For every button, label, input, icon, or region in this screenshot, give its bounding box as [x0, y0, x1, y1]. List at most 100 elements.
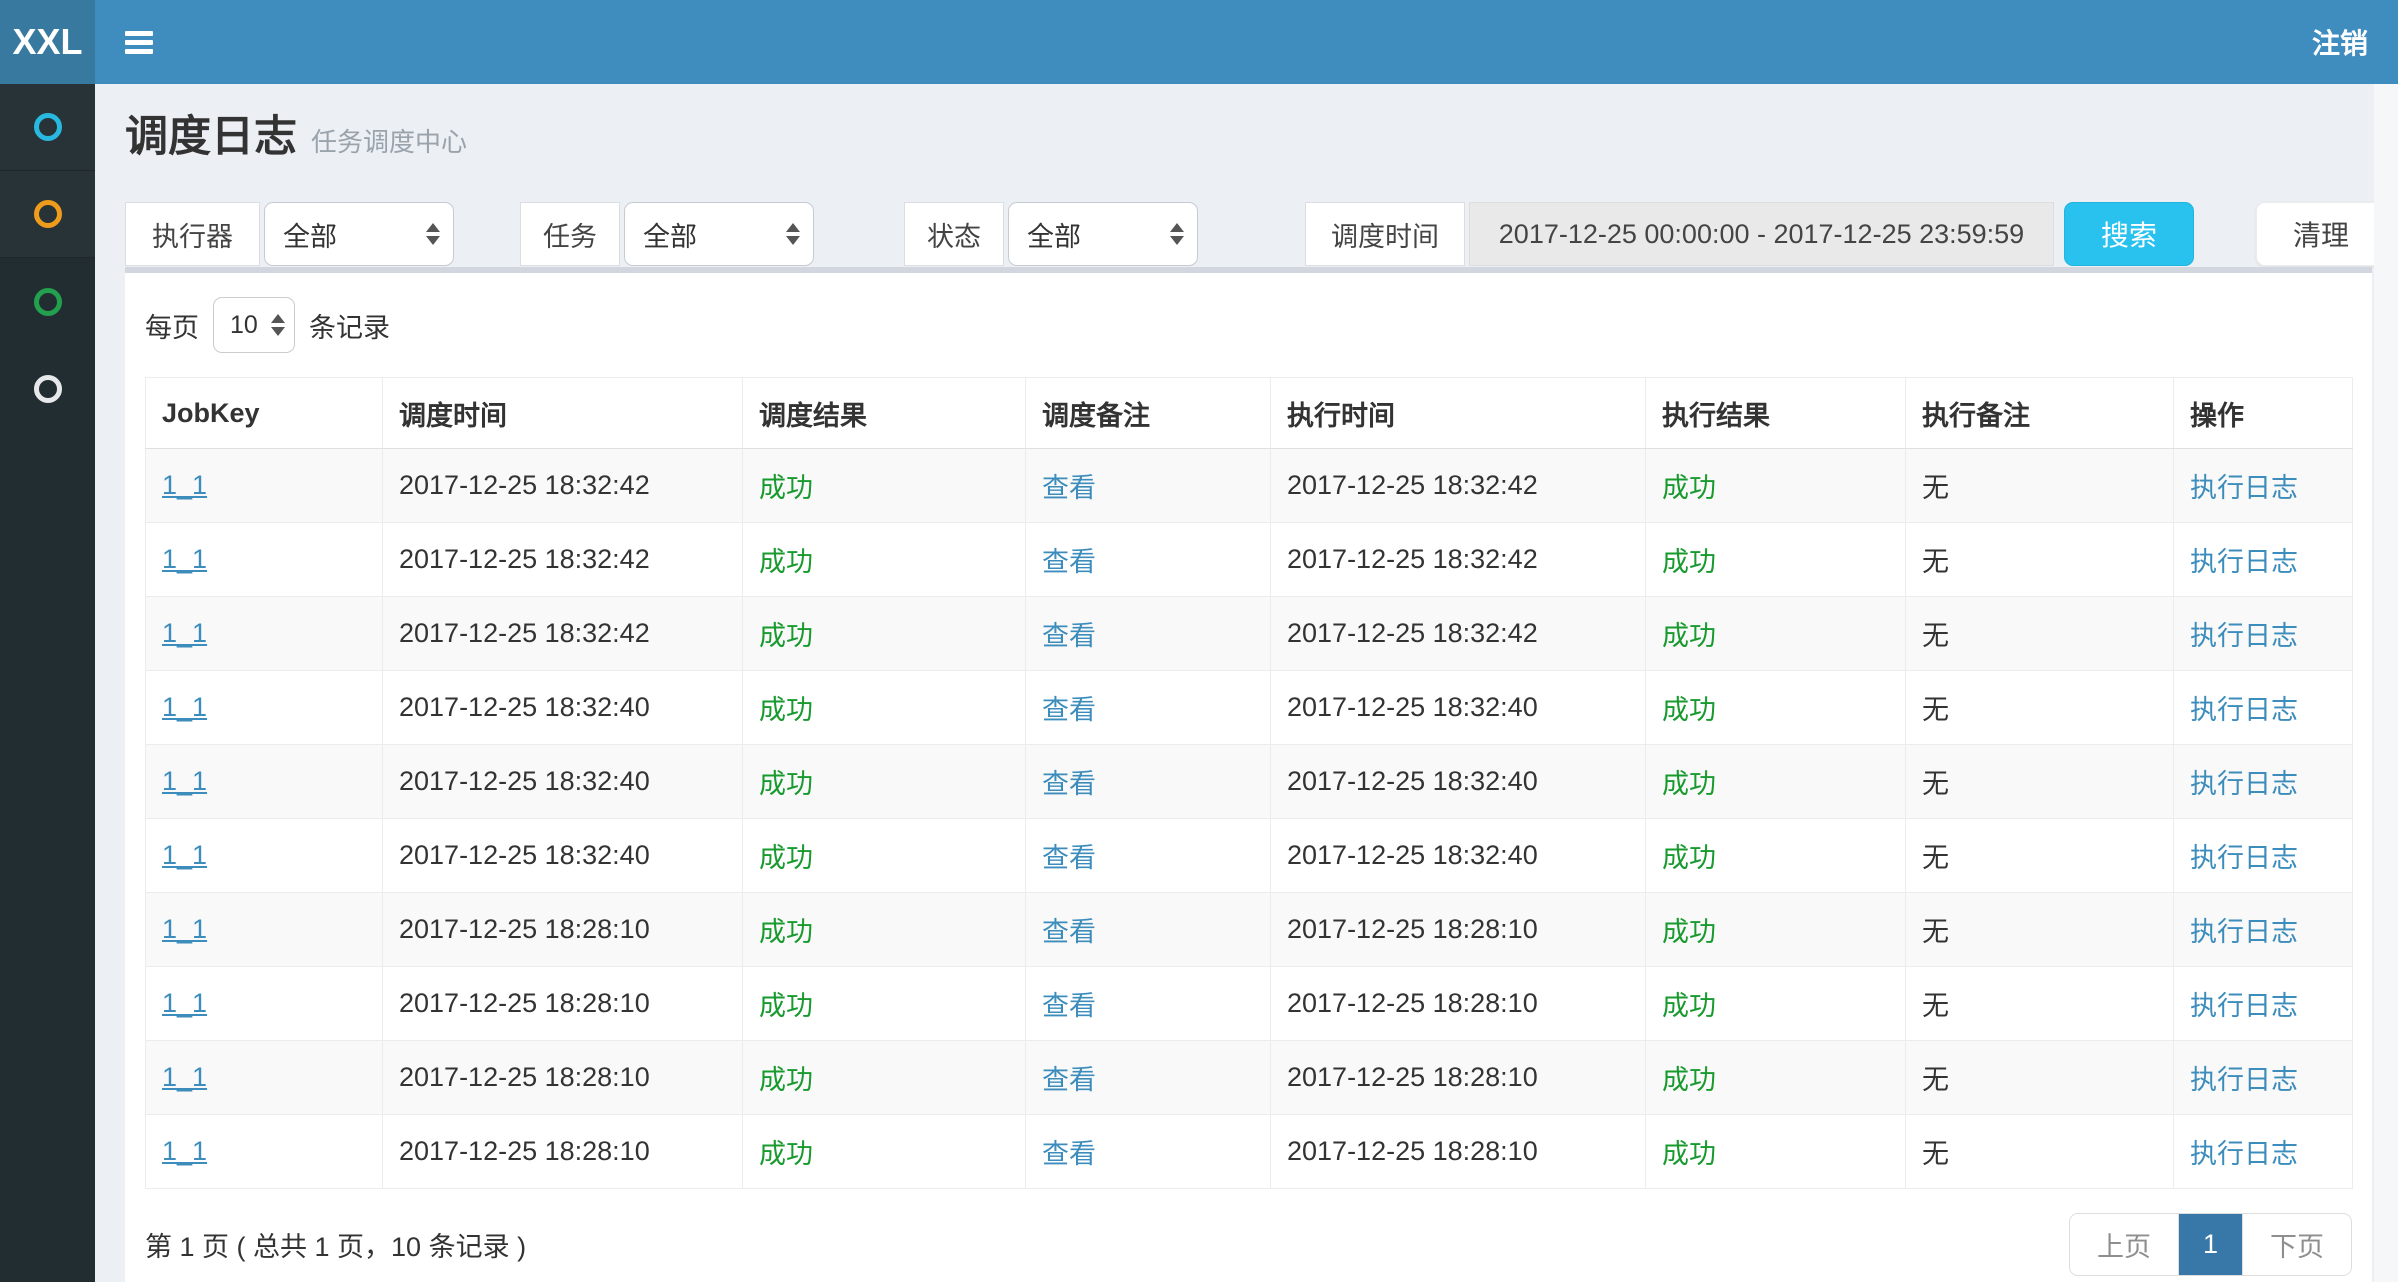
trigger-result-cell: 成功	[743, 967, 1026, 1041]
trigger-msg-link[interactable]: 查看	[1042, 769, 1096, 799]
handle-msg-cell: 无	[1906, 1115, 2174, 1189]
trigger-time-range-input[interactable]: 2017-12-25 00:00:00 - 2017-12-25 23:59:5…	[1469, 202, 2054, 266]
handle-time-cell: 2017-12-25 18:32:40	[1271, 819, 1646, 893]
column-header-3: 调度结果	[743, 378, 1026, 449]
sidebar-item-1[interactable]	[0, 84, 95, 171]
page-title: 调度日志	[125, 102, 297, 164]
handle-result-cell: 成功	[1646, 1115, 1906, 1189]
status-select[interactable]: 全部	[1008, 202, 1198, 266]
sidebar	[0, 84, 95, 1282]
trigger-time-cell: 2017-12-25 18:28:10	[383, 967, 743, 1041]
circle-icon	[34, 375, 62, 403]
trigger-msg-link[interactable]: 查看	[1042, 473, 1096, 503]
trigger-msg-link[interactable]: 查看	[1042, 843, 1096, 873]
column-header-8: 操作	[2174, 378, 2353, 449]
sidebar-item-2[interactable]	[0, 171, 95, 258]
handle-time-cell: 2017-12-25 18:32:40	[1271, 745, 1646, 819]
exec-log-link[interactable]: 执行日志	[2190, 1065, 2298, 1095]
exec-log-link[interactable]: 执行日志	[2190, 1139, 2298, 1169]
jobkey-link[interactable]: 1_1	[162, 1136, 207, 1166]
page-size-suffix: 条记录	[309, 306, 390, 345]
trigger-result-cell: 成功	[743, 819, 1026, 893]
trigger-msg-link[interactable]: 查看	[1042, 621, 1096, 651]
search-button[interactable]: 搜索	[2064, 202, 2194, 266]
handle-result-cell: 成功	[1646, 893, 1906, 967]
page-size-select[interactable]: 10	[213, 297, 295, 353]
exec-log-link[interactable]: 执行日志	[2190, 769, 2298, 799]
table-row: 1_1 2017-12-25 18:32:42 成功 查看 2017-12-25…	[146, 597, 2353, 671]
trigger-msg-link[interactable]: 查看	[1042, 991, 1096, 1021]
table-row: 1_1 2017-12-25 18:28:10 成功 查看 2017-12-25…	[146, 967, 2353, 1041]
job-select[interactable]: 全部	[624, 202, 814, 266]
job-filter-label: 任务	[520, 202, 620, 266]
trigger-msg-link[interactable]: 查看	[1042, 1139, 1096, 1169]
table-row: 1_1 2017-12-25 18:32:40 成功 查看 2017-12-25…	[146, 671, 2353, 745]
prev-page-button[interactable]: 上页	[2070, 1214, 2178, 1275]
jobkey-link[interactable]: 1_1	[162, 544, 207, 574]
logout-link[interactable]: 注销	[2312, 22, 2368, 62]
exec-log-link[interactable]: 执行日志	[2190, 917, 2298, 947]
handle-msg-cell: 无	[1906, 523, 2174, 597]
trigger-time-cell: 2017-12-25 18:32:40	[383, 671, 743, 745]
sidebar-item-4[interactable]	[0, 345, 95, 432]
handle-time-cell: 2017-12-25 18:32:42	[1271, 523, 1646, 597]
handle-time-cell: 2017-12-25 18:28:10	[1271, 1041, 1646, 1115]
handle-time-cell: 2017-12-25 18:28:10	[1271, 967, 1646, 1041]
handle-time-cell: 2017-12-25 18:28:10	[1271, 893, 1646, 967]
pagination: 上页 1 下页	[2069, 1213, 2352, 1276]
clear-button[interactable]: 清理	[2256, 202, 2386, 266]
handle-result-cell: 成功	[1646, 819, 1906, 893]
column-header-1: JobKey	[146, 378, 383, 449]
page-1-button[interactable]: 1	[2178, 1214, 2242, 1275]
scrollbar-track[interactable]	[2374, 84, 2398, 1282]
jobkey-link[interactable]: 1_1	[162, 840, 207, 870]
exec-log-link[interactable]: 执行日志	[2190, 473, 2298, 503]
executor-select-value: 全部	[283, 215, 337, 254]
jobkey-link[interactable]: 1_1	[162, 988, 207, 1018]
trigger-time-cell: 2017-12-25 18:28:10	[383, 1115, 743, 1189]
trigger-msg-link[interactable]: 查看	[1042, 547, 1096, 577]
handle-result-cell: 成功	[1646, 523, 1906, 597]
circle-icon	[34, 288, 62, 316]
trigger-result-cell: 成功	[743, 449, 1026, 523]
handle-result-cell: 成功	[1646, 745, 1906, 819]
app-logo[interactable]: XXL	[0, 0, 95, 84]
executor-filter-label: 执行器	[125, 202, 260, 266]
executor-select[interactable]: 全部	[264, 202, 454, 266]
table-row: 1_1 2017-12-25 18:28:10 成功 查看 2017-12-25…	[146, 1115, 2353, 1189]
jobkey-link[interactable]: 1_1	[162, 692, 207, 722]
pagination-info: 第 1 页 ( 总共 1 页，10 条记录 )	[145, 1225, 526, 1264]
jobkey-link[interactable]: 1_1	[162, 470, 207, 500]
trigger-msg-link[interactable]: 查看	[1042, 695, 1096, 725]
handle-result-cell: 成功	[1646, 967, 1906, 1041]
sidebar-item-3[interactable]	[0, 258, 95, 345]
jobkey-link[interactable]: 1_1	[162, 1062, 207, 1092]
status-select-value: 全部	[1027, 215, 1081, 254]
jobkey-link[interactable]: 1_1	[162, 618, 207, 648]
exec-log-link[interactable]: 执行日志	[2190, 991, 2298, 1021]
handle-msg-cell: 无	[1906, 893, 2174, 967]
handle-msg-cell: 无	[1906, 745, 2174, 819]
trigger-time-cell: 2017-12-25 18:28:10	[383, 893, 743, 967]
page-subtitle: 任务调度中心	[311, 122, 467, 159]
trigger-time-cell: 2017-12-25 18:32:42	[383, 449, 743, 523]
sidebar-toggle-button[interactable]	[113, 19, 165, 66]
exec-log-link[interactable]: 执行日志	[2190, 621, 2298, 651]
handle-result-cell: 成功	[1646, 597, 1906, 671]
handle-time-cell: 2017-12-25 18:32:42	[1271, 449, 1646, 523]
handle-result-cell: 成功	[1646, 449, 1906, 523]
jobkey-link[interactable]: 1_1	[162, 914, 207, 944]
hamburger-icon	[125, 31, 153, 36]
handle-time-cell: 2017-12-25 18:32:40	[1271, 671, 1646, 745]
exec-log-link[interactable]: 执行日志	[2190, 843, 2298, 873]
trigger-msg-link[interactable]: 查看	[1042, 917, 1096, 947]
trigger-time-cell: 2017-12-25 18:32:42	[383, 597, 743, 671]
next-page-button[interactable]: 下页	[2242, 1214, 2351, 1275]
exec-log-link[interactable]: 执行日志	[2190, 547, 2298, 577]
trigger-result-cell: 成功	[743, 893, 1026, 967]
jobkey-link[interactable]: 1_1	[162, 766, 207, 796]
exec-log-link[interactable]: 执行日志	[2190, 695, 2298, 725]
handle-msg-cell: 无	[1906, 967, 2174, 1041]
trigger-msg-link[interactable]: 查看	[1042, 1065, 1096, 1095]
top-navbar: XXL 注销	[0, 0, 2398, 84]
